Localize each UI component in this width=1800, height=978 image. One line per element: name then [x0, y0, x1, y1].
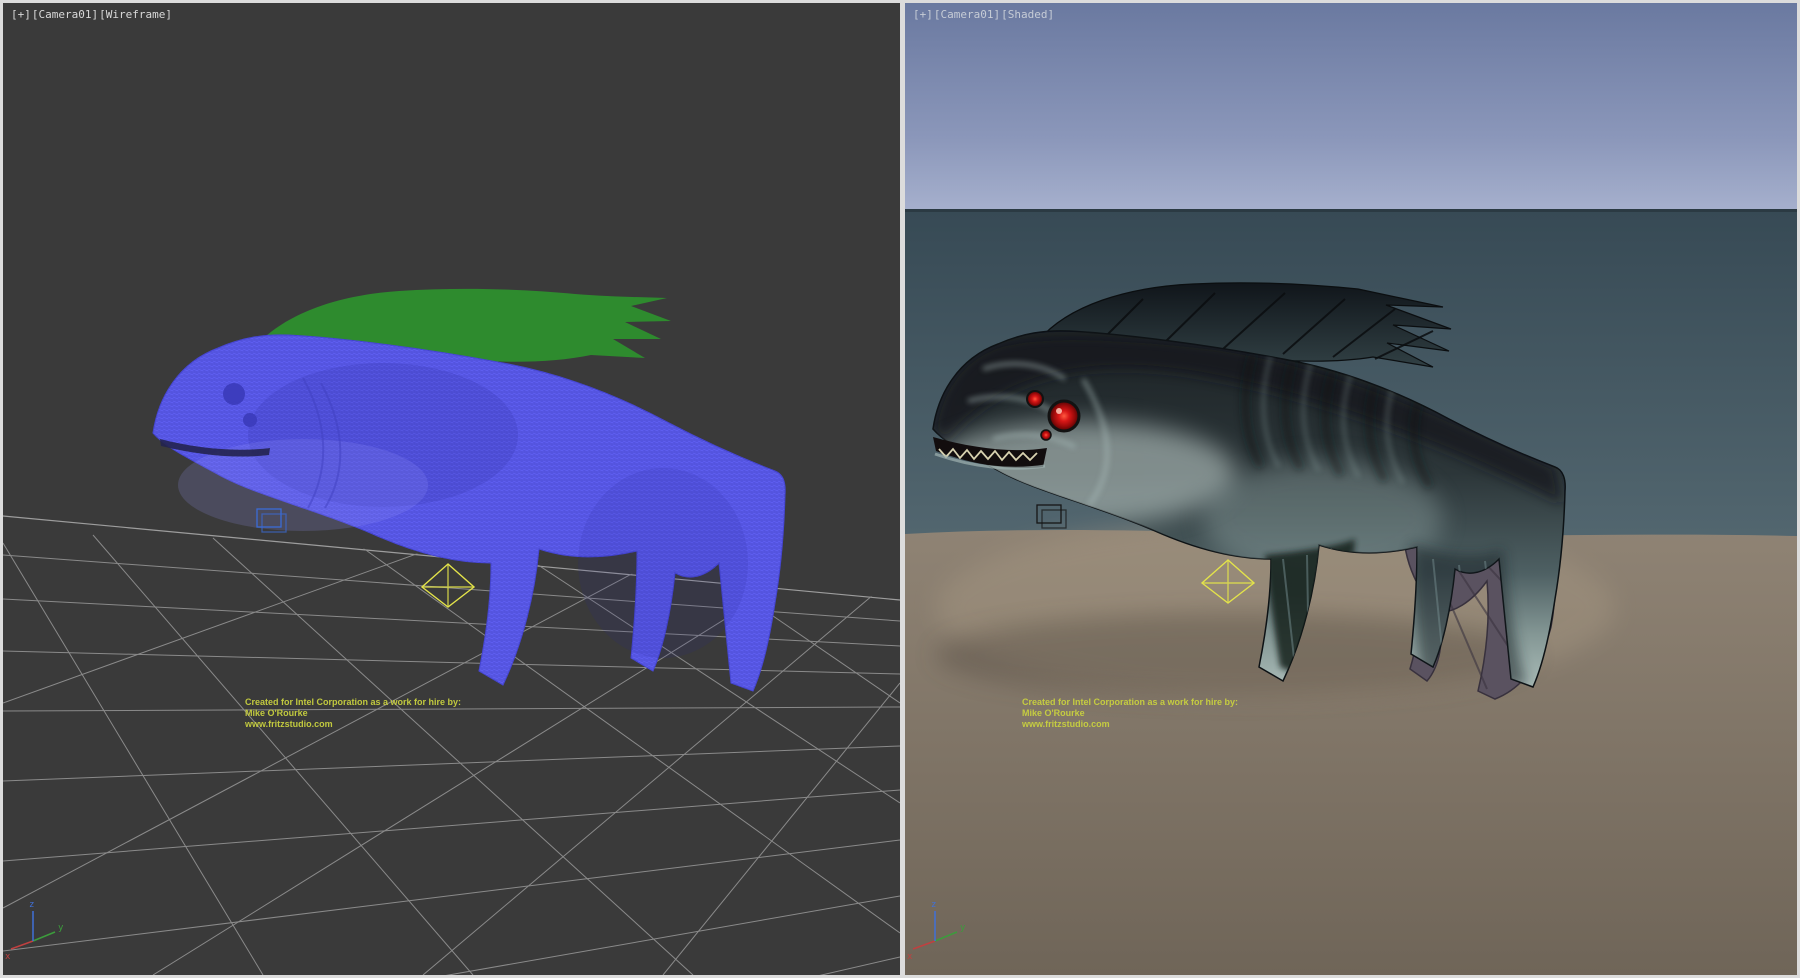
axis-z-label: z: [29, 900, 34, 910]
watermark: Created for Intel Corporation as a work …: [1022, 697, 1238, 730]
viewport-general-menu[interactable]: [+]: [11, 8, 31, 21]
viewport-pov-menu[interactable]: [Camera01]: [32, 8, 98, 21]
axis-z-label: z: [931, 900, 936, 910]
viewport-label: [+][Camera01][Wireframe]: [11, 8, 173, 21]
horizon-line: [905, 209, 1797, 212]
watermark-line2: Mike O'Rourke: [245, 708, 461, 719]
3ds-max-viewports: { "viewports": { "left": { "label": { "m…: [0, 0, 1800, 978]
eye-spot: [223, 383, 245, 405]
viewport-shading-menu[interactable]: [Shaded]: [1001, 8, 1054, 21]
shaded-scene: x y z: [905, 3, 1797, 975]
tail-shading: [578, 468, 748, 658]
eye-specular: [1056, 408, 1062, 414]
viewport-shading-menu[interactable]: [Wireframe]: [99, 8, 172, 21]
axis-y-label: y: [58, 923, 64, 933]
watermark-line2: Mike O'Rourke: [1022, 708, 1238, 719]
watermark-line1: Created for Intel Corporation as a work …: [1022, 697, 1238, 708]
watermark-line3: www.fritzstudio.com: [245, 719, 461, 730]
viewport-pov-menu[interactable]: [Camera01]: [934, 8, 1000, 21]
axis-x-label: x: [907, 952, 913, 962]
wireframe-scene: x y z: [3, 3, 900, 975]
watermark: Created for Intel Corporation as a work …: [245, 697, 461, 730]
watermark-line3: www.fritzstudio.com: [1022, 719, 1238, 730]
axis-y-label: y: [960, 923, 966, 933]
viewport-general-menu[interactable]: [+]: [913, 8, 933, 21]
eye-medium: [1027, 391, 1043, 407]
viewport-camera01-wireframe[interactable]: x y z [+][Camera01][Wireframe] Created f…: [3, 3, 900, 975]
axis-x-label: x: [5, 952, 11, 962]
viewport-label: [+][Camera01][Shaded]: [913, 8, 1055, 21]
eye-large: [1049, 401, 1079, 431]
eye-spot-small: [243, 413, 257, 427]
watermark-line1: Created for Intel Corporation as a work …: [245, 697, 461, 708]
viewport-camera01-shaded[interactable]: x y z [+][Camera01][Shaded] Created for …: [905, 3, 1797, 975]
sky: [905, 3, 1797, 211]
eye-small: [1041, 430, 1051, 440]
